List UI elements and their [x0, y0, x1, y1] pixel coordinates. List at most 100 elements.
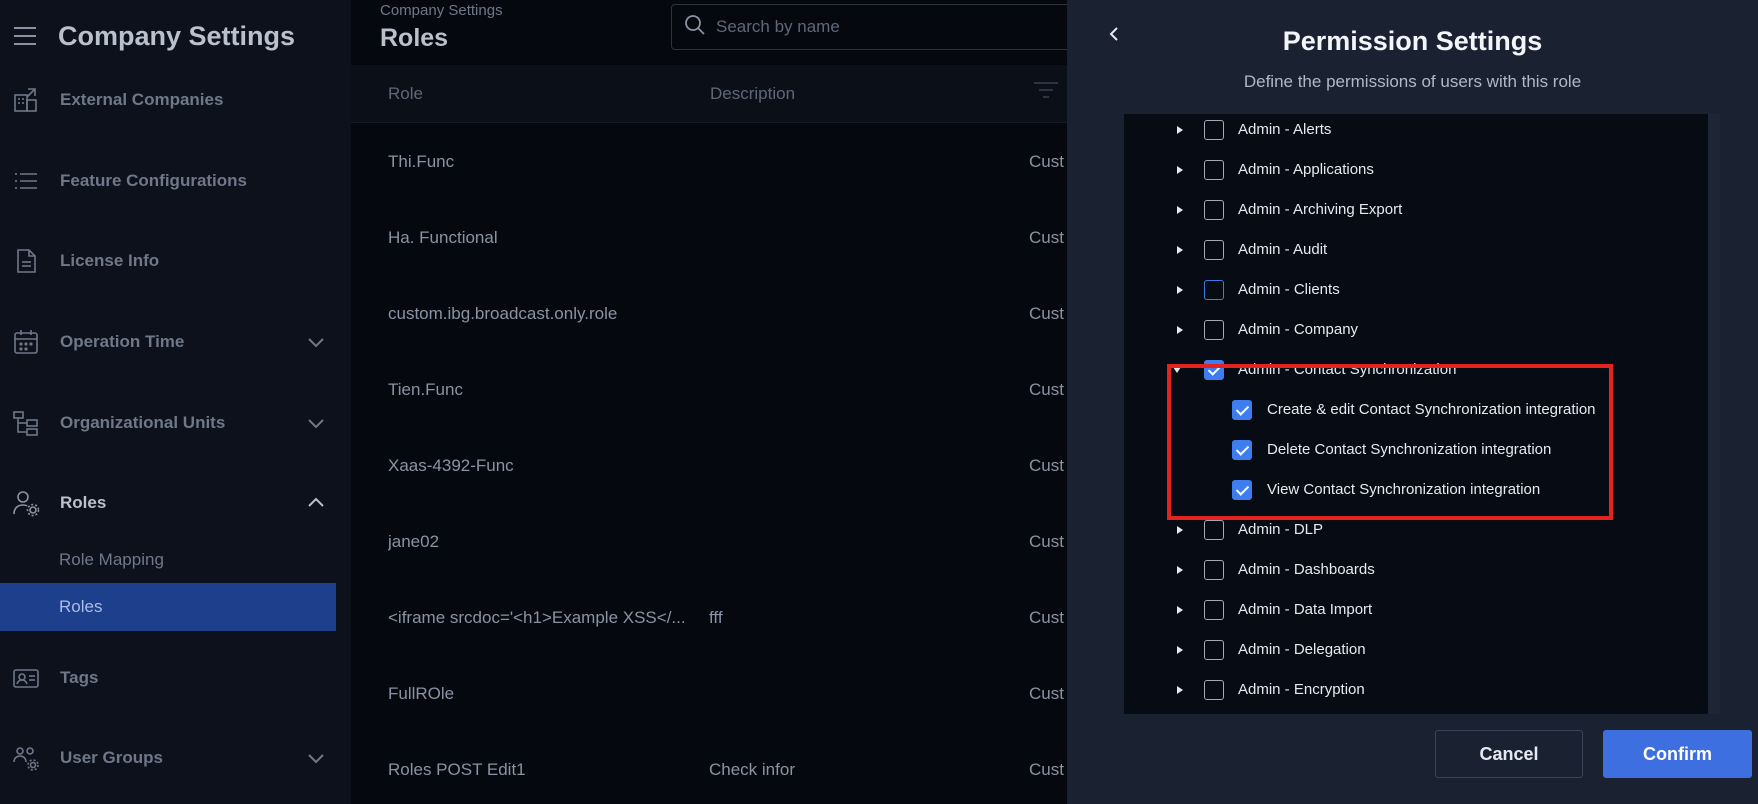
sidebar-item-tags[interactable]: Tags	[0, 658, 336, 698]
caret-right-icon[interactable]	[1174, 564, 1186, 576]
role-type: Cust	[1029, 456, 1064, 475]
permission-label: Admin - Clients	[1238, 281, 1340, 298]
dialog-subtitle: Define the permissions of users with thi…	[1243, 72, 1582, 91]
table-row[interactable]: Ha. Functional Cust	[351, 200, 1067, 276]
permission-label: Admin - Archiving Export	[1238, 201, 1403, 218]
role-type: Cust	[1029, 684, 1064, 703]
caret-right-icon[interactable]	[1174, 604, 1186, 616]
permission-label: Admin - Dashboards	[1238, 561, 1375, 578]
caret-right-icon[interactable]	[1174, 244, 1186, 256]
search-box[interactable]	[671, 4, 1091, 50]
permission-checkbox[interactable]	[1204, 600, 1224, 620]
permission-checkbox[interactable]	[1204, 520, 1224, 540]
role-type: Cust	[1029, 152, 1064, 171]
role-name: Roles POST Edit1	[388, 760, 526, 779]
sidebar-item-feature-configurations[interactable]: Feature Configurations	[0, 161, 336, 201]
table-row[interactable]: Roles POST Edit1 Check infor Cust	[351, 732, 1067, 804]
caret-right-icon[interactable]	[1174, 524, 1186, 536]
search-input[interactable]	[716, 17, 1076, 37]
table-row[interactable]: Tien.Func Cust	[351, 352, 1067, 428]
sidebar-item-label: License Info	[60, 251, 160, 270]
permission-label: Admin - Audit	[1238, 241, 1328, 258]
group-gear-icon	[12, 744, 40, 772]
hamburger-menu-icon[interactable]	[14, 27, 36, 45]
sidebar-subitem-roles[interactable]: Roles	[0, 583, 336, 631]
table-row[interactable]: FullROle Cust	[351, 656, 1067, 732]
caret-right-icon[interactable]	[1174, 684, 1186, 696]
calendar-icon	[12, 328, 40, 356]
permission-label: Admin - Data Import	[1238, 601, 1373, 618]
sidebar-header: Company Settings	[0, 0, 351, 72]
role-name: custom.ibg.broadcast.only.role	[388, 304, 618, 323]
permission-label: Admin - Company	[1238, 321, 1359, 338]
chevron-up-icon[interactable]	[306, 493, 326, 518]
sidebar-item-label: Tags	[60, 668, 99, 687]
role-name: <iframe srcdoc='<h1>Example XSS</...	[388, 608, 686, 627]
breadcrumb[interactable]: Company Settings	[380, 2, 503, 19]
permission-label: Admin - Encryption	[1238, 681, 1365, 698]
permission-label: Admin - Applications	[1238, 161, 1374, 178]
sidebar-subitem-role-mapping[interactable]: Role Mapping	[0, 536, 336, 584]
sidebar-item-roles[interactable]: Roles	[0, 483, 336, 523]
list-icon	[12, 167, 40, 195]
role-type: Cust	[1029, 380, 1064, 399]
sidebar-item-external-companies[interactable]: External Companies	[0, 80, 336, 120]
id-card-icon	[12, 664, 40, 692]
sidebar-item-organizational-units[interactable]: Organizational Units	[0, 403, 336, 443]
table-row[interactable]: <iframe srcdoc='<h1>Example XSS</... fff…	[351, 580, 1067, 656]
tree-scrollbar[interactable]	[1708, 114, 1720, 714]
permission-checkbox[interactable]	[1204, 640, 1224, 660]
role-name: Thi.Func	[388, 152, 455, 171]
cancel-button[interactable]: Cancel	[1435, 730, 1583, 778]
dialog-title: Permission Settings	[1282, 26, 1543, 56]
sidebar-item-operation-time[interactable]: Operation Time	[0, 322, 336, 362]
table-header: Role Description	[351, 65, 1067, 123]
role-type: Cust	[1029, 532, 1064, 551]
column-header-description[interactable]: Description	[710, 84, 795, 104]
permission-checkbox[interactable]	[1204, 320, 1224, 340]
role-description: Check infor	[709, 760, 795, 779]
role-name: Tien.Func	[388, 380, 463, 399]
sidebar-item-label: Roles	[60, 493, 107, 512]
caret-right-icon[interactable]	[1174, 284, 1186, 296]
column-header-role[interactable]: Role	[388, 84, 423, 104]
user-gear-icon	[12, 489, 40, 517]
role-name: Xaas-4392-Func	[388, 456, 514, 475]
table-row[interactable]: Thi.Func Cust	[351, 124, 1067, 200]
role-type: Cust	[1029, 304, 1064, 323]
role-name: jane02	[388, 532, 440, 551]
table-row[interactable]: jane02 Cust	[351, 504, 1067, 580]
permission-checkbox[interactable]	[1204, 120, 1224, 140]
role-name: Ha. Functional	[388, 228, 498, 247]
table-row[interactable]: Xaas-4392-Func Cust	[351, 428, 1067, 504]
permission-checkbox[interactable]	[1204, 160, 1224, 180]
sidebar-item-label: External Companies	[60, 90, 224, 109]
chevron-down-icon[interactable]	[306, 748, 326, 773]
filter-icon[interactable]	[1033, 79, 1059, 108]
sidebar-item-user-groups[interactable]: User Groups	[0, 738, 336, 778]
caret-right-icon[interactable]	[1174, 164, 1186, 176]
chevron-down-icon[interactable]	[306, 413, 326, 438]
confirm-button[interactable]: Confirm	[1603, 730, 1752, 778]
role-type: Cust	[1029, 608, 1064, 627]
role-type: Cust	[1029, 228, 1064, 247]
permission-checkbox[interactable]	[1204, 280, 1224, 300]
sidebar-item-license-info[interactable]: License Info	[0, 241, 336, 281]
permission-checkbox[interactable]	[1204, 240, 1224, 260]
table-row[interactable]: custom.ibg.broadcast.only.role Cust	[351, 276, 1067, 352]
caret-right-icon[interactable]	[1174, 644, 1186, 656]
sidebar-item-label: Organizational Units	[60, 413, 226, 432]
role-type: Cust	[1029, 760, 1064, 779]
chevron-down-icon[interactable]	[306, 332, 326, 357]
org-tree-icon	[12, 409, 40, 437]
sidebar-item-label: User Groups	[60, 748, 163, 767]
permission-checkbox[interactable]	[1204, 200, 1224, 220]
caret-right-icon[interactable]	[1174, 204, 1186, 216]
page-title: Roles	[380, 24, 449, 52]
caret-right-icon[interactable]	[1174, 324, 1186, 336]
permission-checkbox[interactable]	[1204, 560, 1224, 580]
permission-checkbox[interactable]	[1204, 680, 1224, 700]
caret-right-icon[interactable]	[1174, 124, 1186, 136]
sidebar-item-label: Operation Time	[60, 332, 185, 351]
sidebar: Company Settings External Companies Feat…	[0, 0, 351, 804]
